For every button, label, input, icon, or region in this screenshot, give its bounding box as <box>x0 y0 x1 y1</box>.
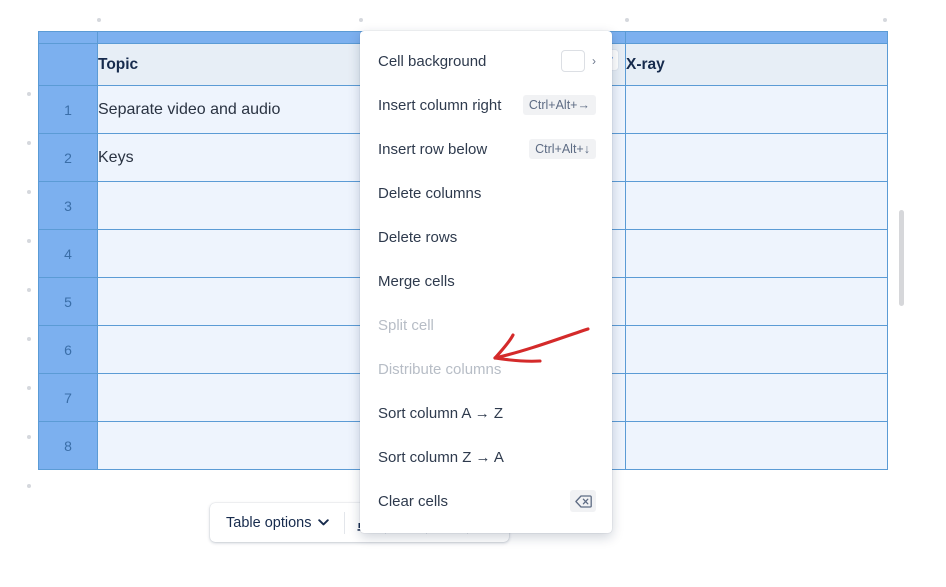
menu-item-insert-column-right[interactable]: Insert column right Ctrl+Alt+→ <box>360 83 612 127</box>
cell-xray-1[interactable] <box>626 86 888 134</box>
menu-item-delete-columns[interactable]: Delete columns <box>360 171 612 215</box>
selection-strip-corner[interactable] <box>39 32 98 44</box>
row-resize-handle[interactable] <box>27 239 31 243</box>
editor-canvas: Topic X-ray 1 Separate video and audio <box>0 0 946 587</box>
menu-item-shortcut: Ctrl+Alt+→ <box>523 95 596 115</box>
chevron-down-icon <box>318 519 329 526</box>
menu-item-shortcut: Ctrl+Alt+↓ <box>529 139 596 159</box>
menu-item-label: Delete rows <box>378 229 596 246</box>
cell-xray-7[interactable] <box>626 374 888 422</box>
row-number-3[interactable]: 3 <box>39 182 98 230</box>
menu-item-distribute-columns: Distribute columns <box>360 347 612 391</box>
table-options-label: Table options <box>226 515 311 531</box>
menu-item-label: Insert row below <box>378 141 519 158</box>
row-number-4[interactable]: 4 <box>39 230 98 278</box>
menu-item-label: Insert column right <box>378 97 513 114</box>
menu-item-sort-column-az[interactable]: Sort column A → Z <box>360 391 612 435</box>
column-header-xray[interactable]: X-ray <box>626 44 888 86</box>
table-options-button[interactable]: Table options <box>214 507 341 538</box>
row-resize-handle[interactable] <box>27 484 31 488</box>
menu-item-label: Cell background <box>378 53 561 70</box>
column-resize-handle[interactable] <box>359 18 363 22</box>
cell-xray-6[interactable] <box>626 326 888 374</box>
row-number-5[interactable]: 5 <box>39 278 98 326</box>
menu-item-merge-cells[interactable]: Merge cells <box>360 259 612 303</box>
menu-item-sort-column-za[interactable]: Sort column Z → A <box>360 435 612 479</box>
column-resize-handle[interactable] <box>625 18 629 22</box>
row-number-1[interactable]: 1 <box>39 86 98 134</box>
row-resize-handle[interactable] <box>27 141 31 145</box>
menu-item-label: Delete columns <box>378 185 596 202</box>
cell-xray-4[interactable] <box>626 230 888 278</box>
cell-xray-3[interactable] <box>626 182 888 230</box>
vertical-scrollbar[interactable] <box>899 210 904 306</box>
menu-item-delete-rows[interactable]: Delete rows <box>360 215 612 259</box>
menu-item-cell-background[interactable]: Cell background › <box>360 39 612 83</box>
row-resize-handle[interactable] <box>27 386 31 390</box>
row-resize-handle[interactable] <box>27 190 31 194</box>
row-resize-handle[interactable] <box>27 337 31 341</box>
cell-background-swatch-group[interactable]: › <box>561 50 596 72</box>
column-header-topic-label: Topic <box>98 56 138 73</box>
clear-cells-shortcut-badge <box>570 490 596 512</box>
cell-xray-2[interactable] <box>626 134 888 182</box>
row-resize-handle[interactable] <box>27 288 31 292</box>
menu-item-label: Sort column Z → A <box>378 449 596 466</box>
cell-xray-5[interactable] <box>626 278 888 326</box>
menu-item-label: Clear cells <box>378 493 570 510</box>
column-selector-xray[interactable] <box>626 32 888 44</box>
row-resize-handle[interactable] <box>27 435 31 439</box>
menu-item-clear-cells[interactable]: Clear cells <box>360 479 612 523</box>
row-number-header[interactable] <box>39 44 98 86</box>
menu-item-label: Merge cells <box>378 273 596 290</box>
menu-item-label: Split cell <box>378 317 596 334</box>
menu-item-insert-row-below[interactable]: Insert row below Ctrl+Alt+↓ <box>360 127 612 171</box>
backspace-icon <box>575 495 592 508</box>
row-number-8[interactable]: 8 <box>39 422 98 470</box>
column-header-xray-label: X-ray <box>626 56 665 73</box>
row-number-6[interactable]: 6 <box>39 326 98 374</box>
row-resize-handle[interactable] <box>27 92 31 96</box>
color-swatch[interactable] <box>561 50 585 72</box>
row-number-2[interactable]: 2 <box>39 134 98 182</box>
toolbar-divider <box>344 512 345 534</box>
cell-xray-8[interactable] <box>626 422 888 470</box>
row-number-7[interactable]: 7 <box>39 374 98 422</box>
menu-item-label: Sort column A → Z <box>378 405 596 422</box>
menu-item-label: Distribute columns <box>378 361 596 378</box>
menu-item-split-cell: Split cell <box>360 303 612 347</box>
column-resize-handle[interactable] <box>97 18 101 22</box>
chevron-right-icon: › <box>592 55 596 67</box>
column-resize-handle[interactable] <box>883 18 887 22</box>
table-context-menu: Cell background › Insert column right Ct… <box>360 31 612 533</box>
